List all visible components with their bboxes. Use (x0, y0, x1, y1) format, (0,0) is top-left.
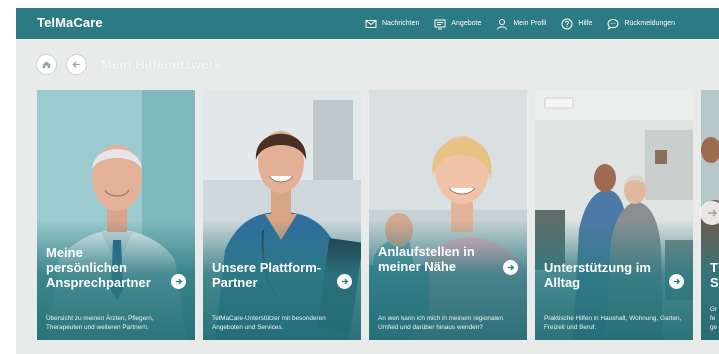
nav-feedback[interactable]: Rückmeldungen (607, 18, 675, 30)
nav-label: Hilfe (578, 20, 593, 27)
arrow-right-icon (708, 209, 717, 217)
nav-label: Rückmeldungen (624, 20, 676, 27)
nav-label: Mein Profil (513, 20, 547, 27)
nav-profile[interactable]: Mein Profil (496, 18, 546, 30)
nav-messages[interactable]: Nachrichten (365, 18, 419, 30)
card-title: Anlaufstellen in meiner Nähe (378, 244, 475, 274)
carousel-next-button[interactable] (700, 201, 719, 225)
card-description: Praktische Hilfen in Haushalt, Wohnung, … (544, 315, 682, 331)
app-window: TelMaCare Nachrichten Angebote Mein Prof… (16, 8, 719, 354)
offers-icon (434, 19, 446, 29)
nav-label: Angebote (451, 20, 482, 27)
card-contacts[interactable]: Meine persönlichen Ansprechpartner Übers… (37, 90, 195, 340)
main-nav: Nachrichten Angebote Mein Profil Hilfe R… (365, 8, 675, 39)
chat-bubble-icon (607, 18, 619, 30)
card-title: Unterstützung im Alltag (544, 260, 651, 290)
home-icon (42, 60, 51, 68)
arrow-right-circle-icon[interactable] (503, 260, 518, 275)
nav-help[interactable]: Hilfe (561, 18, 592, 30)
arrow-right-circle-icon[interactable] (337, 274, 352, 289)
card-description: An wen kann ich mich in meinem regionale… (378, 315, 504, 331)
help-icon (561, 18, 573, 29)
card-platform-partners[interactable]: Unsere Plattform-Partner TelMaCare-Unter… (203, 90, 361, 340)
card-everyday-support[interactable]: Unterstützung im Alltag Praktische Hilfe… (535, 90, 693, 340)
back-button[interactable] (66, 53, 87, 75)
card-title: Unsere Plattform-Partner (212, 260, 322, 290)
card-description: Gr fe ge (710, 306, 718, 331)
card-title: T S (710, 260, 719, 290)
card-description: TelMaCare-Unterstützer mit besonderen An… (212, 315, 326, 331)
breadcrumb: Mein Hilfenetzwerk (36, 53, 222, 75)
nav-offers[interactable]: Angebote (434, 18, 481, 30)
envelope-icon (365, 19, 377, 28)
user-icon (497, 18, 508, 30)
app-logo[interactable]: TelMaCare (37, 15, 103, 30)
card-local-contacts[interactable]: Anlaufstellen in meiner Nähe An wen kann… (369, 90, 527, 340)
arrow-left-icon (72, 60, 81, 68)
nav-label: Nachrichten (382, 20, 420, 27)
card-description: Übersicht zu meinen Ärzten, Pflegern, Th… (46, 315, 154, 331)
arrow-right-circle-icon[interactable] (669, 274, 684, 289)
arrow-right-circle-icon[interactable] (171, 274, 186, 289)
card-title: Meine persönlichen Ansprechpartner (46, 245, 151, 290)
page-title: Mein Hilfenetzwerk (101, 56, 222, 72)
home-button[interactable] (36, 53, 57, 75)
top-bar: TelMaCare Nachrichten Angebote Mein Prof… (16, 8, 719, 39)
